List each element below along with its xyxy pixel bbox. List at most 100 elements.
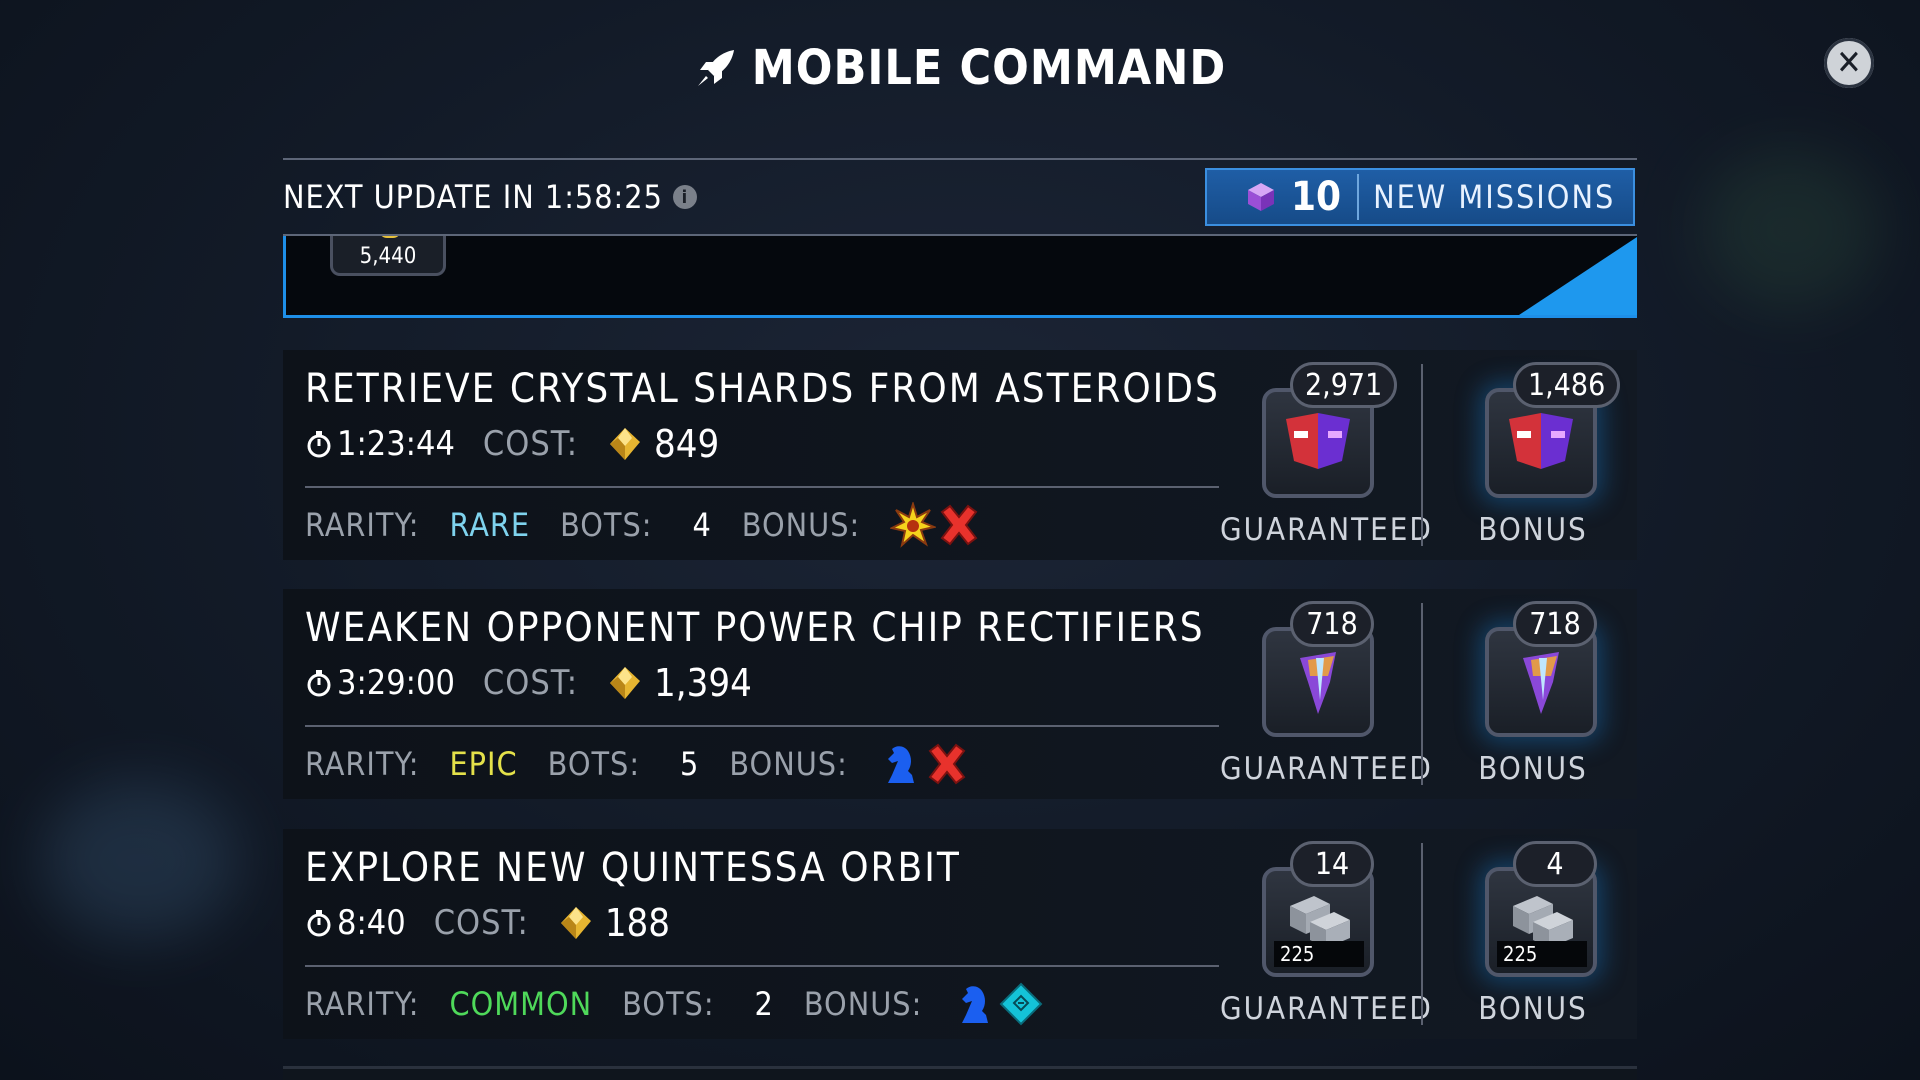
bonus-label: BONUS: [729, 745, 848, 783]
guaranteed-reward[interactable]: 225 14 GUARANTEED [1220, 841, 1431, 1031]
divider [305, 725, 1219, 727]
faction-shard-icon [1503, 403, 1579, 483]
blue-knight-icon [878, 741, 924, 787]
mission-card-partial[interactable]: 5,440 [283, 236, 1637, 318]
guaranteed-reward[interactable]: 718 GUARANTEED [1220, 601, 1431, 791]
reward-label: GUARANTEED [1220, 512, 1433, 548]
cost-value: 188 [604, 901, 671, 945]
reward-count: 718 [1290, 601, 1374, 647]
tech-diamond-icon [998, 981, 1044, 1027]
rarity-value: RARE [449, 506, 531, 544]
reward-divider [1421, 364, 1423, 546]
reward-label: GUARANTEED [1220, 751, 1433, 787]
rarity-value: EPIC [449, 745, 518, 783]
bonus-icons [889, 500, 982, 548]
rarity-label: RARITY: [305, 745, 420, 783]
reward-label: BONUS [1478, 751, 1588, 787]
mission-info: 1:23:44 COST: 849 [305, 422, 719, 466]
mission-card-partial-bottom[interactable] [283, 1066, 1637, 1080]
next-update: NEXT UPDATE IN 1:58:25 i [283, 178, 697, 216]
cost-label: COST: [482, 424, 579, 464]
crystal-spike-icon [1503, 642, 1579, 722]
bots-value: 4 [692, 506, 712, 544]
mission-info: 3:29:00 COST: 1,394 [305, 661, 752, 705]
explosion-icon [889, 500, 938, 548]
rocket-icon [697, 50, 734, 86]
guaranteed-reward[interactable]: 2,971 GUARANTEED [1220, 362, 1431, 552]
mission-time: 3:29:00 [337, 663, 455, 703]
rarity-value: COMMON [449, 985, 593, 1023]
reward-label: GUARANTEED [1220, 991, 1433, 1027]
reward-count: 14 [1290, 841, 1374, 887]
new-missions-count: 10 [1291, 174, 1360, 220]
blue-knight-icon [952, 981, 998, 1027]
reward-badge-value: 5,440 [359, 244, 417, 269]
rarity-label: RARITY: [305, 985, 420, 1023]
cost-value: 1,394 [654, 661, 752, 705]
reward-sub-count: 225 [1497, 941, 1587, 967]
cost-label: COST: [482, 663, 579, 703]
mission-title: EXPLORE NEW QUINTESSA ORBIT [305, 845, 961, 891]
close-button[interactable]: ✕ [1824, 38, 1874, 88]
gold-gem-icon [610, 667, 641, 699]
mission-meta: RARITY: EPIC BOTS: 5 BONUS: [305, 741, 970, 787]
reward-count: 4 [1513, 841, 1597, 887]
timer-icon [307, 670, 331, 697]
mission-card[interactable]: EXPLORE NEW QUINTESSA ORBIT 8:40 COST: 1… [283, 829, 1637, 1039]
reward-label: BONUS [1478, 991, 1588, 1027]
crystal-spike-icon [1280, 642, 1356, 722]
divider [305, 486, 1219, 488]
bonus-reward[interactable]: 1,486 BONUS [1443, 362, 1623, 552]
info-icon[interactable]: i [672, 185, 697, 209]
red-cross-icon [936, 502, 982, 548]
rarity-label: RARITY: [305, 506, 420, 544]
cost-label: COST: [433, 903, 529, 943]
header: MOBILE COMMAND [0, 40, 1920, 96]
mission-time: 1:23:44 [337, 424, 455, 464]
new-missions-label: NEW MISSIONS [1373, 178, 1616, 216]
mission-card[interactable]: RETRIEVE CRYSTAL SHARDS FROM ASTEROIDS 1… [283, 350, 1637, 560]
new-missions-button[interactable]: 10 NEW MISSIONS [1205, 168, 1635, 226]
card-corner-accent [1519, 237, 1637, 315]
bots-label: BOTS: [547, 745, 641, 783]
mission-meta: RARITY: RARE BOTS: 4 BONUS: [305, 500, 982, 548]
reward-count: 2,971 [1290, 362, 1398, 408]
gold-gem-icon [610, 428, 641, 460]
update-bar: NEXT UPDATE IN 1:58:25 i 10 NEW MISSIONS [283, 158, 1637, 236]
red-cross-icon [924, 741, 970, 787]
mission-card[interactable]: WEAKEN OPPONENT POWER CHIP RECTIFIERS 3:… [283, 589, 1637, 799]
bonus-label: BONUS: [803, 985, 923, 1023]
bots-label: BOTS: [622, 985, 715, 1023]
reward-divider [1421, 843, 1423, 1025]
page-title: MOBILE COMMAND [694, 40, 1226, 96]
close-icon: ✕ [1836, 43, 1862, 83]
bonus-reward[interactable]: 225 4 BONUS [1443, 841, 1623, 1031]
faction-shard-icon [1280, 403, 1356, 483]
divider [305, 965, 1219, 967]
reward-divider [1421, 603, 1423, 785]
reward-count: 718 [1513, 601, 1597, 647]
bots-value: 2 [754, 985, 774, 1023]
reward-count: 1,486 [1513, 362, 1621, 408]
gold-gem-icon [560, 907, 591, 939]
timer-icon [307, 910, 331, 937]
cube-icon [1248, 183, 1274, 211]
mission-title: WEAKEN OPPONENT POWER CHIP RECTIFIERS [305, 605, 1205, 651]
timer-icon [307, 431, 331, 458]
title-text: MOBILE COMMAND [751, 40, 1227, 96]
background-glow [1700, 150, 1880, 310]
bots-value: 5 [680, 745, 700, 783]
bonus-reward[interactable]: 718 BONUS [1443, 601, 1623, 791]
bonus-icons [878, 741, 970, 787]
reward-label: BONUS [1478, 512, 1588, 548]
bots-label: BOTS: [560, 506, 653, 544]
mission-time: 8:40 [337, 903, 406, 943]
mission-title: RETRIEVE CRYSTAL SHARDS FROM ASTEROIDS [305, 366, 1220, 412]
reward-sub-count: 225 [1274, 941, 1364, 967]
background-glow [40, 780, 240, 940]
cost-value: 849 [654, 422, 720, 466]
mission-info: 8:40 COST: 188 [305, 901, 670, 945]
bonus-label: BONUS: [741, 506, 861, 544]
next-update-text: NEXT UPDATE IN 1:58:25 [283, 178, 663, 216]
bonus-icons [952, 981, 1044, 1027]
